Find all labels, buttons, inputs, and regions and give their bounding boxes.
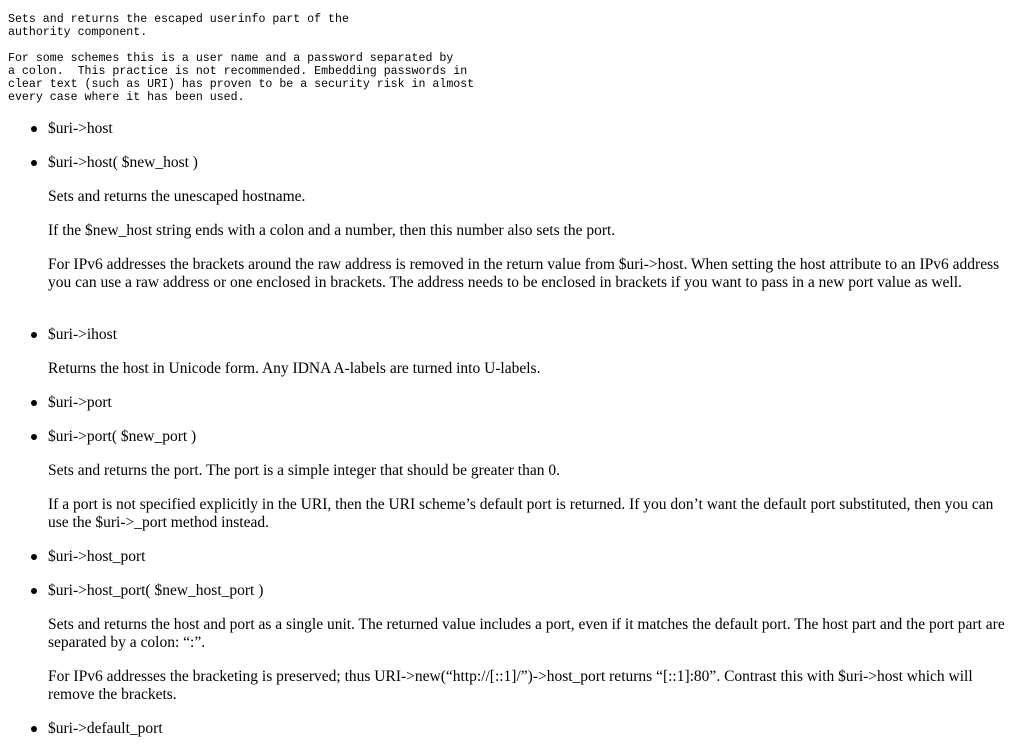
bullet-icon — [31, 554, 37, 560]
bullet-icon — [31, 726, 37, 732]
userinfo-password-note: For some schemes this is a user name and… — [8, 52, 475, 104]
bullet-icon — [31, 588, 37, 594]
bullet-icon — [31, 434, 37, 440]
host-desc-1: Sets and returns the unescaped hostname. — [48, 188, 306, 205]
ihost-desc: Returns the host in Unicode form. Any ID… — [48, 360, 541, 377]
port-desc-2: If a port is not specified explicitly in… — [48, 496, 994, 531]
method-host-port-setter: $uri->host_port( $new_host_port ) — [48, 582, 264, 599]
method-port: $uri->port — [48, 394, 112, 411]
host-desc-3: For IPv6 addresses the brackets around t… — [48, 256, 1000, 291]
bullet-icon — [31, 332, 37, 338]
method-ihost: $uri->ihost — [48, 326, 118, 343]
method-default-port: $uri->default_port — [48, 720, 163, 737]
bullet-icon — [31, 126, 37, 132]
method-host-setter: $uri->host( $new_host ) — [48, 154, 198, 171]
method-host-port: $uri->host_port — [48, 548, 146, 565]
bullet-icon — [31, 400, 37, 406]
host-port-desc-2: For IPv6 addresses the bracketing is pre… — [48, 668, 973, 703]
host-port-desc-1: Sets and returns the host and port as a … — [48, 616, 1005, 651]
bullet-icon — [31, 160, 37, 166]
method-host: $uri->host — [48, 120, 113, 137]
method-port-setter: $uri->port( $new_port ) — [48, 428, 197, 445]
userinfo-description: Sets and returns the escaped userinfo pa… — [8, 13, 349, 39]
host-desc-2: If the $new_host string ends with a colo… — [48, 222, 616, 239]
port-desc-1: Sets and returns the port. The port is a… — [48, 462, 560, 479]
